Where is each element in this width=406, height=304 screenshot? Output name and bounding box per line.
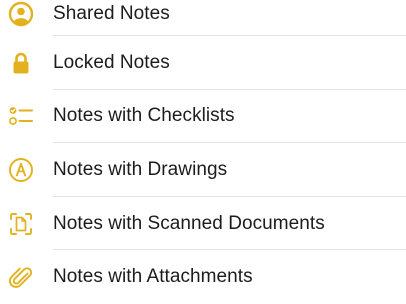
doc-scanner-icon <box>7 210 35 238</box>
folder-label: Locked Notes <box>53 51 170 73</box>
folder-label: Notes with Attachments <box>53 266 253 288</box>
folder-label: Notes with Drawings <box>53 158 228 180</box>
folder-row-notes-with-checklists[interactable]: Notes with Checklists <box>0 90 406 144</box>
folder-row-notes-with-attachments[interactable]: Notes with Attachments <box>0 250 406 304</box>
folder-label: Notes with Scanned Documents <box>53 212 325 234</box>
lock-icon <box>7 49 35 77</box>
folder-row-locked-notes[interactable]: Locked Notes <box>0 36 406 90</box>
folder-label: Notes with Checklists <box>53 105 235 127</box>
folder-label: Shared Notes <box>53 3 170 24</box>
checklist-icon <box>7 102 35 130</box>
folder-row-notes-with-scanned-documents[interactable]: Notes with Scanned Documents <box>0 197 406 251</box>
folder-row-notes-with-drawings[interactable]: Notes with Drawings <box>0 143 406 197</box>
folder-row-shared-notes[interactable]: Shared Notes <box>0 0 406 36</box>
person-circle-icon <box>7 0 35 28</box>
paperclip-icon <box>7 263 35 291</box>
pencil-tip-circle-icon <box>7 156 35 184</box>
folder-list: Shared Notes Locked Notes Notes with Che… <box>0 0 406 304</box>
